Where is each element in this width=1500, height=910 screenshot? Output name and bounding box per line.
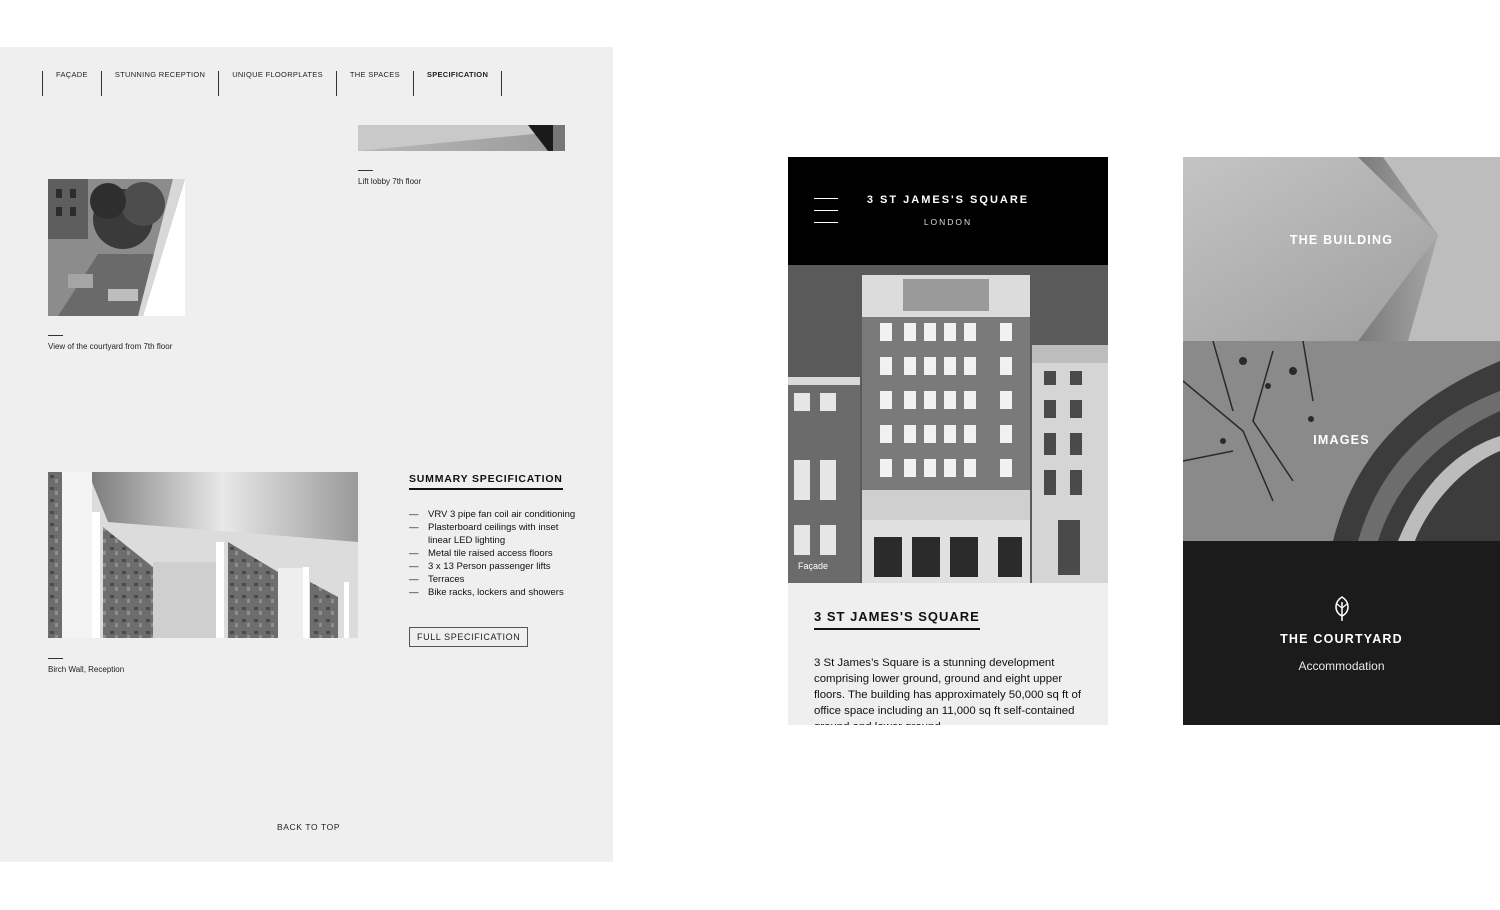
caption-rule	[48, 658, 63, 659]
caption-courtyard: View of the courtyard from 7th floor	[48, 342, 173, 351]
spec-title: SUMMARY SPECIFICATION	[409, 473, 563, 490]
menu-label-images: IMAGES	[1313, 433, 1370, 447]
mobile-menu-screen: THE BUILDING IMAGES THE COURTYARD Accomm…	[1183, 157, 1500, 725]
tab-the-spaces[interactable]: THE SPACES	[335, 71, 413, 96]
menu-sublabel-accommodation: Accommodation	[1298, 659, 1385, 673]
desktop-page-panel: FAÇADE STUNNING RECEPTION UNIQUE FLOORPL…	[0, 47, 613, 862]
facade-hero-image	[788, 265, 1108, 583]
spec-item: Metal tile raised access floors	[409, 547, 584, 560]
building-heading: 3 ST JAMES'S SQUARE	[814, 609, 980, 630]
spec-item: Plasterboard ceilings with inset linear …	[409, 521, 584, 547]
full-specification-button[interactable]: FULL SPECIFICATION	[409, 627, 529, 647]
spec-item: Bike racks, lockers and showers	[409, 586, 584, 599]
back-to-top-link[interactable]: BACK TO TOP	[277, 822, 340, 832]
menu-tile-the-courtyard[interactable]: THE COURTYARD Accommodation	[1183, 541, 1500, 725]
menu-tile-the-building[interactable]: THE BUILDING	[1183, 157, 1500, 341]
courtyard-photo	[48, 179, 185, 316]
building-description: 3 St James’s Square is a stunning develo…	[814, 657, 1081, 725]
site-title: 3 ST JAMES'S SQUARE	[866, 194, 1030, 206]
mobile-home-screen: 3 ST JAMES'S SQUARE LONDON Façade 3 ST J…	[788, 157, 1108, 725]
spec-item: Terraces	[409, 573, 584, 586]
caption-birch-wall: Birch Wall, Reception	[48, 665, 125, 674]
mobile-header: 3 ST JAMES'S SQUARE LONDON	[788, 157, 1108, 265]
caption-lift-lobby: Lift lobby 7th floor	[358, 177, 422, 186]
menu-tile-images[interactable]: IMAGES	[1183, 341, 1500, 541]
spec-item: VRV 3 pipe fan coil air conditioning	[409, 508, 584, 521]
caption-rule	[48, 335, 63, 336]
tab-unique-floorplates[interactable]: UNIQUE FLOORPLATES	[218, 71, 336, 96]
section-nav: FAÇADE STUNNING RECEPTION UNIQUE FLOORPL…	[42, 71, 503, 96]
spec-item: 3 x 13 Person passenger lifts	[409, 560, 584, 573]
leaf-icon	[1335, 596, 1349, 621]
menu-label-the-courtyard: THE COURTYARD	[1280, 632, 1403, 646]
caption-rule	[358, 170, 373, 171]
tab-specification[interactable]: SPECIFICATION	[412, 71, 503, 96]
tab-facade[interactable]: FAÇADE	[42, 71, 101, 96]
spec-list: VRV 3 pipe fan coil air conditioning Pla…	[409, 508, 584, 599]
lift-lobby-photo	[358, 125, 565, 151]
hero-caption: Façade	[798, 561, 829, 571]
menu-label-the-building: THE BUILDING	[1289, 233, 1394, 247]
tab-stunning-reception[interactable]: STUNNING RECEPTION	[100, 71, 218, 96]
birch-wall-photo	[48, 472, 358, 638]
site-subtitle: LONDON	[923, 217, 973, 227]
